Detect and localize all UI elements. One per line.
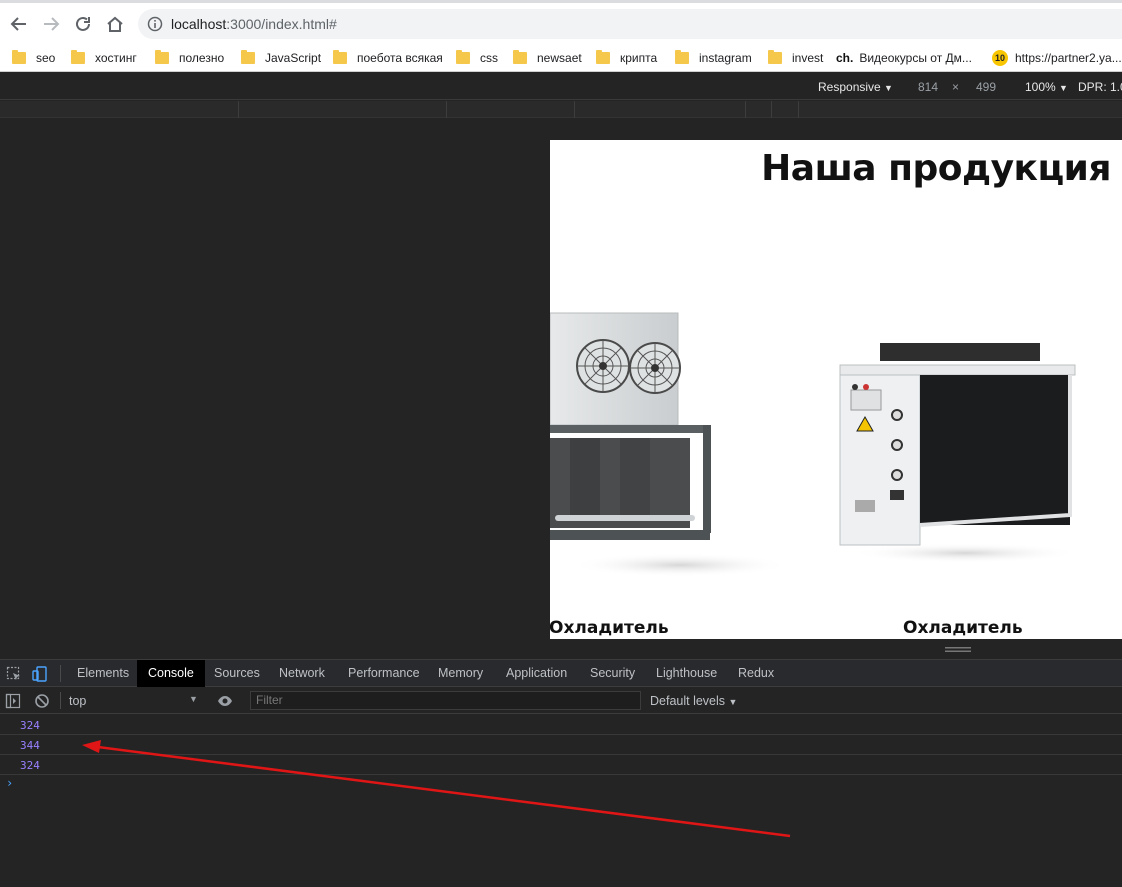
tab-elements[interactable]: Elements xyxy=(77,660,129,687)
console-output[interactable]: 324 344 324 › xyxy=(0,715,1122,887)
folder-icon xyxy=(12,50,26,64)
bookmarks-bar: seo хостинг полезно JavaScript поебота в… xyxy=(0,43,1122,72)
device-toolbar-toggle-icon[interactable] xyxy=(32,666,48,682)
forward-button[interactable] xyxy=(39,12,63,36)
console-log-line: 324 xyxy=(0,755,1122,775)
log-levels-select[interactable]: Default levels ▼ xyxy=(650,694,737,708)
bookmark-css[interactable]: css xyxy=(456,48,498,68)
folder-icon xyxy=(71,50,85,64)
bookmark-misc[interactable]: поебота всякая xyxy=(333,48,443,68)
viewport-height-input[interactable]: 499 xyxy=(976,80,996,94)
browser-toolbar: localhost:3000/index.html# xyxy=(0,0,1122,43)
device-toolbar: Responsive ▼ 814 × 499 100% ▼ DPR: 1.0 xyxy=(0,73,1122,100)
ch-favicon: ch. xyxy=(836,51,854,65)
console-toolbar: top ▼ Filter Default levels ▼ xyxy=(0,688,1122,714)
folder-icon xyxy=(155,50,169,64)
product-image-cooler-2 xyxy=(839,343,1080,563)
reload-button[interactable] xyxy=(71,12,95,36)
folder-icon xyxy=(513,50,527,64)
devtools-tab-bar: Elements Console Sources Network Perform… xyxy=(0,659,1122,687)
eye-icon[interactable] xyxy=(217,693,233,709)
inspect-element-icon[interactable] xyxy=(6,666,22,682)
bookmark-newsaet[interactable]: newsaet xyxy=(513,48,582,68)
address-bar[interactable]: localhost:3000/index.html# xyxy=(138,9,1122,39)
bookmark-crypto[interactable]: крипта xyxy=(596,48,657,68)
url-text: localhost:3000/index.html# xyxy=(171,16,337,32)
device-mode-select[interactable]: Responsive ▼ xyxy=(818,80,893,94)
zoom-select[interactable]: 100% ▼ xyxy=(1025,80,1068,94)
media-query-ruler[interactable] xyxy=(0,101,1122,118)
product-label-2: Охладитель xyxy=(903,618,1023,638)
bookmark-seo[interactable]: seo xyxy=(12,48,55,68)
tab-console[interactable]: Console xyxy=(137,660,205,687)
emulated-viewport: Наша продукция Охладитель Охладитель xyxy=(550,140,1122,639)
arrow-left-icon xyxy=(10,17,26,31)
context-dropdown-icon[interactable]: ▼ xyxy=(189,694,198,704)
viewport-width-input[interactable]: 814 xyxy=(918,80,938,94)
product-label-1: Охладитель xyxy=(550,618,669,638)
bookmark-videocourses[interactable]: ch. Видеокурсы от Дм... xyxy=(836,48,972,68)
folder-icon xyxy=(675,50,689,64)
folder-icon xyxy=(241,50,255,64)
product-image-cooler-1 xyxy=(550,312,780,577)
tab-sources[interactable]: Sources xyxy=(214,660,260,687)
console-log-line: 344 xyxy=(0,735,1122,755)
tab-lighthouse[interactable]: Lighthouse xyxy=(656,660,717,687)
info-icon[interactable] xyxy=(147,16,163,32)
tab-performance[interactable]: Performance xyxy=(348,660,420,687)
bookmark-javascript[interactable]: JavaScript xyxy=(241,48,321,68)
sidebar-toggle-icon[interactable] xyxy=(5,693,21,709)
console-log-line: 324 xyxy=(0,715,1122,735)
ten-favicon: 10 xyxy=(992,50,1008,66)
context-select[interactable]: top xyxy=(69,694,86,708)
reload-icon xyxy=(76,16,90,31)
tab-application[interactable]: Application xyxy=(506,660,567,687)
home-icon xyxy=(107,16,123,32)
back-button[interactable] xyxy=(7,12,31,36)
console-prompt[interactable]: › xyxy=(6,776,13,790)
bookmark-partner[interactable]: 10 https://partner2.ya... xyxy=(992,48,1122,68)
arrow-right-icon xyxy=(44,17,60,31)
dimension-separator: × xyxy=(952,80,960,94)
resize-handle-icon[interactable] xyxy=(945,646,971,653)
bookmark-useful[interactable]: полезно xyxy=(155,48,224,68)
home-button[interactable] xyxy=(103,12,127,36)
console-filter-input[interactable]: Filter xyxy=(250,691,641,710)
dpr-select[interactable]: DPR: 1.0 xyxy=(1078,80,1122,94)
bookmark-invest[interactable]: invest xyxy=(768,48,823,68)
folder-icon xyxy=(333,50,347,64)
tab-memory[interactable]: Memory xyxy=(438,660,483,687)
folder-icon xyxy=(596,50,610,64)
tab-security[interactable]: Security xyxy=(590,660,635,687)
folder-icon xyxy=(768,50,782,64)
bookmark-instagram[interactable]: instagram xyxy=(675,48,752,68)
tab-network[interactable]: Network xyxy=(279,660,325,687)
clear-console-icon[interactable] xyxy=(34,693,50,709)
tab-redux[interactable]: Redux xyxy=(738,660,774,687)
page-title: Наша продукция xyxy=(761,148,1111,189)
folder-icon xyxy=(456,50,470,64)
bookmark-hosting[interactable]: хостинг xyxy=(71,48,137,68)
